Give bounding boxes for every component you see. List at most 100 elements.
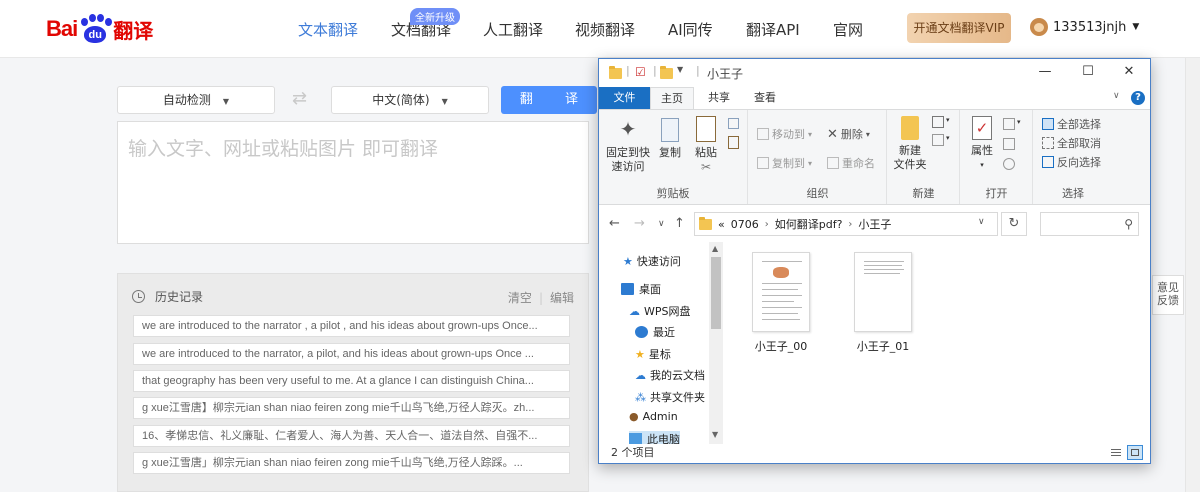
scissors-icon[interactable]: ✂ — [691, 160, 721, 174]
ribbon-group-select: 全部选择 全部取消 反向选择 选择 — [1034, 110, 1112, 204]
copy-path-icon[interactable] — [728, 118, 739, 129]
details-view-icon[interactable] — [1108, 445, 1124, 460]
nav-admin[interactable]: ● Admin — [629, 410, 678, 423]
source-language-select[interactable]: 自动检测 ▼ — [117, 86, 275, 114]
forward-arrow-icon[interactable]: → — [634, 216, 645, 231]
edit-icon[interactable] — [1003, 138, 1015, 150]
large-icons-view-icon[interactable] — [1127, 445, 1143, 460]
navigation-pane: ★ 快速访问 桌面 ☁ WPS网盘 最近 ★ 星标 ☁ 我的云文档 ⁂ 共享文件夹 ● Ad… — [599, 242, 723, 447]
properties-check-icon[interactable]: ☑ — [635, 65, 646, 79]
properties-button[interactable]: ✓ 属性 ▾ — [967, 116, 997, 172]
scroll-down-icon[interactable]: ▼ — [712, 430, 718, 439]
avatar — [1030, 18, 1048, 36]
tab-view[interactable]: 查看 — [745, 87, 785, 109]
rename-button[interactable]: 重命名 — [827, 155, 875, 171]
chevron-down-icon[interactable]: ∨ — [978, 217, 985, 227]
invert-selection-button[interactable]: 反向选择 — [1042, 154, 1101, 170]
history-icon[interactable] — [1003, 158, 1015, 170]
file-item[interactable]: 小王子_01 — [838, 252, 928, 354]
nav-human-translate[interactable]: 人工翻译 — [483, 19, 543, 40]
translate-button[interactable]: 翻 译 — [501, 86, 597, 114]
copy-icon — [661, 118, 679, 142]
page-scrollbar[interactable] — [1185, 58, 1200, 492]
maximize-button[interactable]: ☐ — [1073, 62, 1103, 82]
user-menu[interactable]: 133513jnjh ▼ — [1030, 18, 1139, 36]
folder-icon — [699, 216, 712, 230]
open-icon[interactable] — [1003, 118, 1015, 130]
close-button[interactable]: ✕ — [1114, 62, 1144, 82]
source-text-input[interactable]: 输入文字、网址或粘贴图片 即可翻译 — [117, 121, 589, 244]
scroll-up-icon[interactable]: ▲ — [712, 244, 718, 253]
ribbon-tabs: 文件 主页 共享 查看 ∨ ? — [599, 87, 1150, 109]
refresh-icon[interactable]: ↻ — [1001, 212, 1027, 236]
tab-home[interactable]: 主页 — [650, 87, 694, 109]
edit-history-button[interactable]: 编辑 — [550, 291, 574, 305]
nav-wps-cloud[interactable]: ☁ WPS网盘 — [629, 303, 691, 319]
pin-quick-access-button[interactable]: ✦ 固定到快 速访问 — [605, 116, 651, 174]
feedback-button[interactable]: 意见 反馈 — [1152, 275, 1184, 315]
nav-pane-scroll-thumb[interactable] — [711, 257, 721, 329]
select-none-button[interactable]: 全部取消 — [1042, 135, 1101, 151]
document-thumbnail-icon — [854, 252, 912, 332]
copy-to-button[interactable]: 复制到 ▾ — [757, 155, 812, 171]
help-icon[interactable]: ? — [1131, 91, 1145, 105]
history-item[interactable]: we are introduced to the narrator, a pil… — [133, 343, 570, 365]
new-folder-label: 新建 文件夹 — [893, 144, 927, 171]
new-group-label: 新建 — [912, 187, 935, 200]
nav-text-translate[interactable]: 文本翻译 — [298, 19, 358, 40]
address-bar[interactable]: « 0706 › 如何翻译pdf? › 小王子 — [694, 212, 998, 236]
swap-languages-icon[interactable]: ⇄ — [292, 88, 307, 109]
nav-desktop[interactable]: 桌面 — [621, 281, 661, 297]
nav-translate-api[interactable]: 翻译API — [746, 19, 800, 40]
explorer-titlebar[interactable]: | ☑ | ▼ | 小王子 — ☐ ✕ — [599, 59, 1150, 87]
new-item-icon[interactable] — [932, 116, 944, 128]
new-folder-button[interactable]: 新建 文件夹 — [890, 116, 930, 172]
status-bar: 2 个项目 — [599, 444, 1150, 463]
chevron-down-icon[interactable]: ∨ — [1113, 91, 1120, 101]
easy-access-icon[interactable] — [932, 134, 944, 146]
customize-qa-icon[interactable]: ▼ — [677, 65, 683, 79]
breadcrumb-item[interactable]: 如何翻译pdf? — [775, 216, 843, 232]
minimize-button[interactable]: — — [1030, 62, 1060, 82]
tab-file[interactable]: 文件 — [599, 87, 650, 109]
delete-button[interactable]: ✕ 删除 ▾ — [827, 126, 870, 142]
back-arrow-icon[interactable]: ← — [609, 216, 620, 231]
vip-button[interactable]: 开通文档翻译VIP — [907, 13, 1011, 43]
new-folder-icon[interactable] — [660, 66, 673, 79]
history-header: 历史记录 — [132, 288, 203, 305]
nav-shared-folder[interactable]: ⁂ 共享文件夹 — [635, 389, 705, 405]
nav-ai-interpret[interactable]: AI同传 — [668, 19, 713, 40]
desktop-icon — [621, 283, 634, 295]
breadcrumb-item[interactable]: 0706 — [731, 218, 759, 231]
nav-official-site[interactable]: 官网 — [833, 19, 863, 40]
window-title: 小王子 — [707, 67, 744, 81]
logo-text-du: du — [84, 26, 107, 43]
baidu-fanyi-logo[interactable]: Bai du 翻译 — [46, 12, 153, 46]
history-item[interactable]: g xue江雪唐】柳宗元ian shan niao feiren zong mi… — [133, 397, 570, 419]
breadcrumb-item[interactable]: 小王子 — [858, 216, 891, 232]
copy-button[interactable]: 复制 — [655, 116, 685, 160]
history-item[interactable]: g xue江雪唐」柳宗元ian shan niao feiren zong mi… — [133, 452, 570, 474]
nav-starred[interactable]: ★ 星标 — [635, 346, 671, 362]
paste-button[interactable]: 粘贴 ✂ — [691, 116, 721, 174]
nav-recent[interactable]: 最近 — [635, 324, 675, 340]
clear-history-button[interactable]: 清空 — [508, 291, 532, 305]
recent-locations-icon[interactable]: ∨ — [658, 219, 665, 229]
history-item[interactable]: that geography has been very useful to m… — [133, 370, 570, 392]
nav-video-translate[interactable]: 视频翻译 — [575, 19, 635, 40]
select-all-button[interactable]: 全部选择 — [1042, 116, 1101, 132]
move-to-button[interactable]: 移动到 ▾ — [757, 126, 812, 142]
paste-shortcut-icon[interactable] — [728, 136, 739, 149]
nav-my-cloud-docs[interactable]: ☁ 我的云文档 — [635, 367, 705, 383]
up-arrow-icon[interactable]: ↑ — [674, 216, 685, 231]
nav-quick-access[interactable]: ★ 快速访问 — [623, 253, 681, 269]
file-item[interactable]: 小王子_00 — [736, 252, 826, 354]
address-row: ← → ∨ ↑ « 0706 › 如何翻译pdf? › 小王子 ∨ ↻ ⚲ — [599, 206, 1150, 242]
cloud-icon: ☁ — [635, 368, 646, 382]
new-folder-icon — [901, 116, 919, 140]
history-item[interactable]: 16、孝悌忠信、礼义廉耻、仁者爱人、海人为善、天人合一、道法自然、自强不... — [133, 425, 570, 447]
tab-share[interactable]: 共享 — [699, 87, 739, 109]
target-language-select[interactable]: 中文(简体) ▼ — [331, 86, 489, 114]
history-item[interactable]: we are introduced to the narrator , a pi… — [133, 315, 570, 337]
search-input[interactable]: ⚲ — [1040, 212, 1139, 236]
